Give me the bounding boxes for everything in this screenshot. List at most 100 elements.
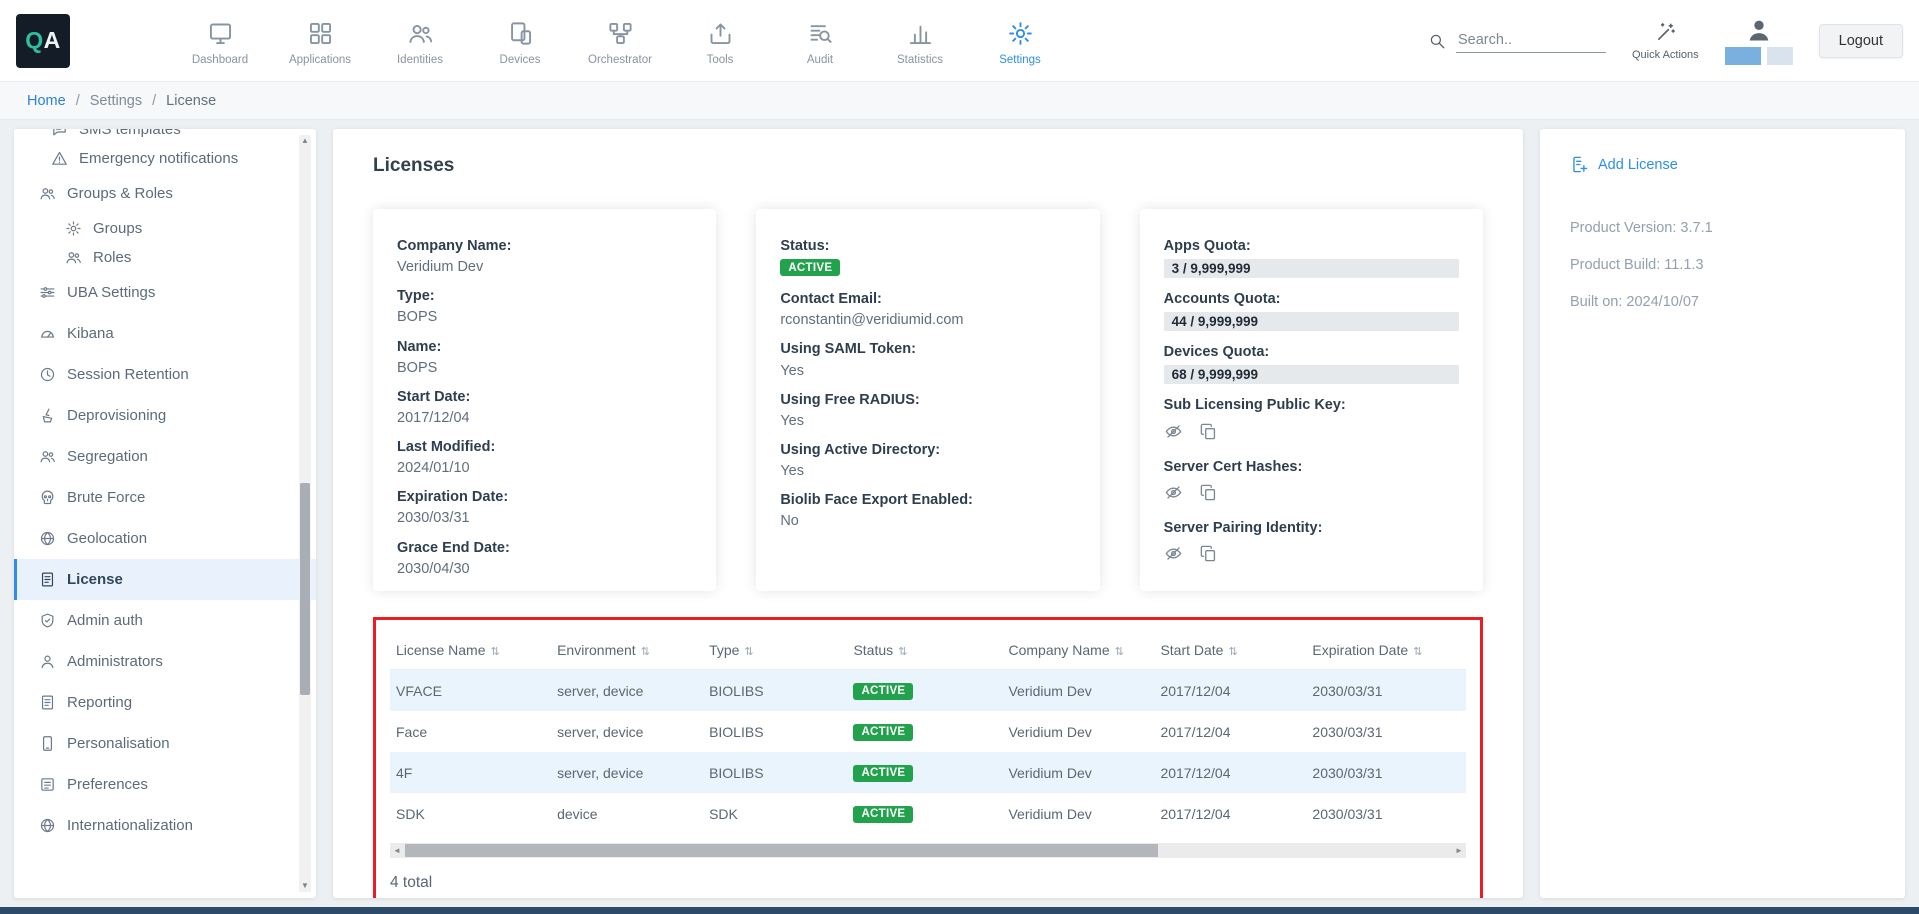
nav-statistics[interactable]: Statistics bbox=[870, 16, 970, 66]
app-logo[interactable]: QA bbox=[16, 14, 70, 68]
nav-dashboard[interactable]: Dashboard bbox=[170, 16, 270, 66]
breadcrumb-license: License bbox=[166, 93, 216, 109]
column-header-status[interactable]: Status bbox=[847, 642, 1002, 658]
sidebar-item-uba-settings[interactable]: UBA Settings bbox=[14, 272, 316, 313]
add-license-button[interactable]: Add License bbox=[1570, 155, 1875, 174]
search-input[interactable] bbox=[1456, 28, 1606, 53]
sidebar-item-sms-templates[interactable]: SMS templates bbox=[14, 129, 316, 144]
field-label: Sub Licensing Public Key: bbox=[1164, 396, 1459, 414]
field-value: 2030/04/30 bbox=[397, 560, 692, 578]
copy-icon[interactable] bbox=[1199, 544, 1218, 563]
table-row[interactable]: VFACE server, device BIOLIBS ACTIVE Veri… bbox=[390, 670, 1466, 711]
product-version: Product Version: 3.7.1 bbox=[1570, 220, 1875, 236]
cell-start-date: 2017/12/04 bbox=[1154, 765, 1306, 781]
nav-label: Applications bbox=[289, 54, 351, 66]
scrollbar-thumb[interactable] bbox=[405, 844, 1158, 857]
column-header-type[interactable]: Type bbox=[703, 642, 847, 658]
topbar: QA Dashboard Applications Identities Dev… bbox=[0, 0, 1919, 82]
column-header-company-name[interactable]: Company Name bbox=[1002, 642, 1154, 658]
nav-identities[interactable]: Identities bbox=[370, 16, 470, 66]
nav-audit[interactable]: Audit bbox=[770, 16, 870, 66]
scroll-right-arrow[interactable] bbox=[1452, 843, 1466, 858]
column-header-expiration-date[interactable]: Expiration Date bbox=[1306, 642, 1466, 658]
flag-icon[interactable] bbox=[1725, 47, 1761, 65]
eye-off-icon[interactable] bbox=[1164, 544, 1183, 563]
status-badge: ACTIVE bbox=[853, 806, 913, 823]
breadcrumb-home-link[interactable]: Home bbox=[27, 93, 66, 109]
sidebar-item-brute-force[interactable]: Brute Force bbox=[14, 477, 316, 518]
logout-button[interactable]: Logout bbox=[1819, 24, 1903, 58]
column-header-start-date[interactable]: Start Date bbox=[1154, 642, 1306, 658]
sidebar-item-admin-auth[interactable]: Admin auth bbox=[14, 600, 316, 641]
eye-off-icon[interactable] bbox=[1164, 483, 1183, 502]
scroll-left-arrow[interactable] bbox=[390, 843, 404, 858]
field-label: Start Date: bbox=[397, 388, 692, 406]
scroll-up-arrow[interactable] bbox=[299, 135, 311, 147]
sidebar-item-reporting[interactable]: Reporting bbox=[14, 682, 316, 723]
sidebar-item-session-retention[interactable]: Session Retention bbox=[14, 354, 316, 395]
field-value: BOPS bbox=[397, 359, 692, 377]
apps-quota-bar: 3 / 9,999,999 bbox=[1164, 259, 1459, 278]
breadcrumb-settings[interactable]: Settings bbox=[90, 93, 142, 109]
sidebar-item-preferences[interactable]: Preferences bbox=[14, 764, 316, 805]
field-label: Contact Email: bbox=[780, 290, 1075, 308]
avatar-icon[interactable] bbox=[1745, 16, 1773, 44]
sidebar-item-internationalization[interactable]: Internationalization bbox=[14, 805, 316, 846]
field-value: Yes bbox=[780, 362, 1075, 380]
cell-status: ACTIVE bbox=[847, 681, 1002, 700]
search-icon[interactable] bbox=[1428, 32, 1446, 50]
table-row[interactable]: Face server, device BIOLIBS ACTIVE Verid… bbox=[390, 711, 1466, 752]
scrollbar-thumb[interactable] bbox=[300, 483, 310, 695]
sidebar-item-administrators[interactable]: Administrators bbox=[14, 641, 316, 682]
copy-icon[interactable] bbox=[1199, 422, 1218, 441]
warning-icon bbox=[51, 150, 68, 167]
table-row[interactable]: 4F server, device BIOLIBS ACTIVE Veridiu… bbox=[390, 752, 1466, 793]
eye-off-icon[interactable] bbox=[1164, 422, 1183, 441]
column-header-environment[interactable]: Environment bbox=[551, 642, 703, 658]
column-header-license-name[interactable]: License Name bbox=[390, 642, 551, 658]
sidebar-item-personalisation[interactable]: Personalisation bbox=[14, 723, 316, 764]
flag-icon[interactable] bbox=[1767, 47, 1793, 65]
sidebar-item-label: Emergency notifications bbox=[79, 150, 238, 167]
cell-status: ACTIVE bbox=[847, 804, 1002, 823]
sidebar-item-emergency-notifications[interactable]: Emergency notifications bbox=[14, 144, 316, 173]
field-label: Company Name: bbox=[397, 237, 692, 255]
sidebar-item-groups-roles[interactable]: Groups & Roles bbox=[14, 173, 316, 214]
sidebar-scrollbar[interactable] bbox=[299, 135, 311, 892]
quick-actions-button[interactable]: Quick Actions bbox=[1632, 21, 1699, 61]
window-edge bbox=[0, 907, 1919, 914]
gear-icon bbox=[65, 220, 82, 237]
nav-orchestrator[interactable]: Orchestrator bbox=[570, 16, 670, 66]
sidebar-item-geolocation[interactable]: Geolocation bbox=[14, 518, 316, 559]
table-header-row: License Name Environment Type Status Com… bbox=[390, 630, 1466, 670]
scroll-down-arrow[interactable] bbox=[299, 880, 311, 892]
license-cards: Company Name:Veridium Dev Type:BOPS Name… bbox=[373, 209, 1483, 591]
cell-type: BIOLIBS bbox=[703, 724, 847, 740]
gear-icon bbox=[1007, 20, 1034, 47]
upload-box-icon bbox=[707, 20, 734, 47]
cell-company-name: Veridium Dev bbox=[1002, 683, 1154, 699]
copy-icon[interactable] bbox=[1199, 483, 1218, 502]
sidebar-item-deprovisioning[interactable]: Deprovisioning bbox=[14, 395, 316, 436]
sidebar-item-license[interactable]: License bbox=[14, 559, 316, 600]
sidebar-item-roles[interactable]: Roles bbox=[14, 243, 316, 272]
page-title: Licenses bbox=[373, 155, 1483, 177]
nav-devices[interactable]: Devices bbox=[470, 16, 570, 66]
sidebar-item-label: Session Retention bbox=[67, 366, 189, 383]
sidebar-item-kibana[interactable]: Kibana bbox=[14, 313, 316, 354]
language-flags bbox=[1725, 47, 1793, 65]
table-horizontal-scrollbar[interactable] bbox=[390, 843, 1466, 858]
nav-tools[interactable]: Tools bbox=[670, 16, 770, 66]
nav-applications[interactable]: Applications bbox=[270, 16, 370, 66]
sidebar-item-groups[interactable]: Groups bbox=[14, 214, 316, 243]
add-document-icon bbox=[1570, 155, 1589, 174]
nav-settings[interactable]: Settings bbox=[970, 16, 1070, 66]
cell-type: SDK bbox=[703, 806, 847, 822]
cell-environment: device bbox=[551, 806, 703, 822]
sliders-icon bbox=[39, 284, 56, 301]
sidebar-item-label: UBA Settings bbox=[67, 284, 155, 301]
main-panel: Licenses Company Name:Veridium Dev Type:… bbox=[333, 129, 1523, 898]
bar-chart-icon bbox=[907, 20, 934, 47]
sidebar-item-segregation[interactable]: Segregation bbox=[14, 436, 316, 477]
table-row[interactable]: SDK device SDK ACTIVE Veridium Dev 2017/… bbox=[390, 793, 1466, 834]
